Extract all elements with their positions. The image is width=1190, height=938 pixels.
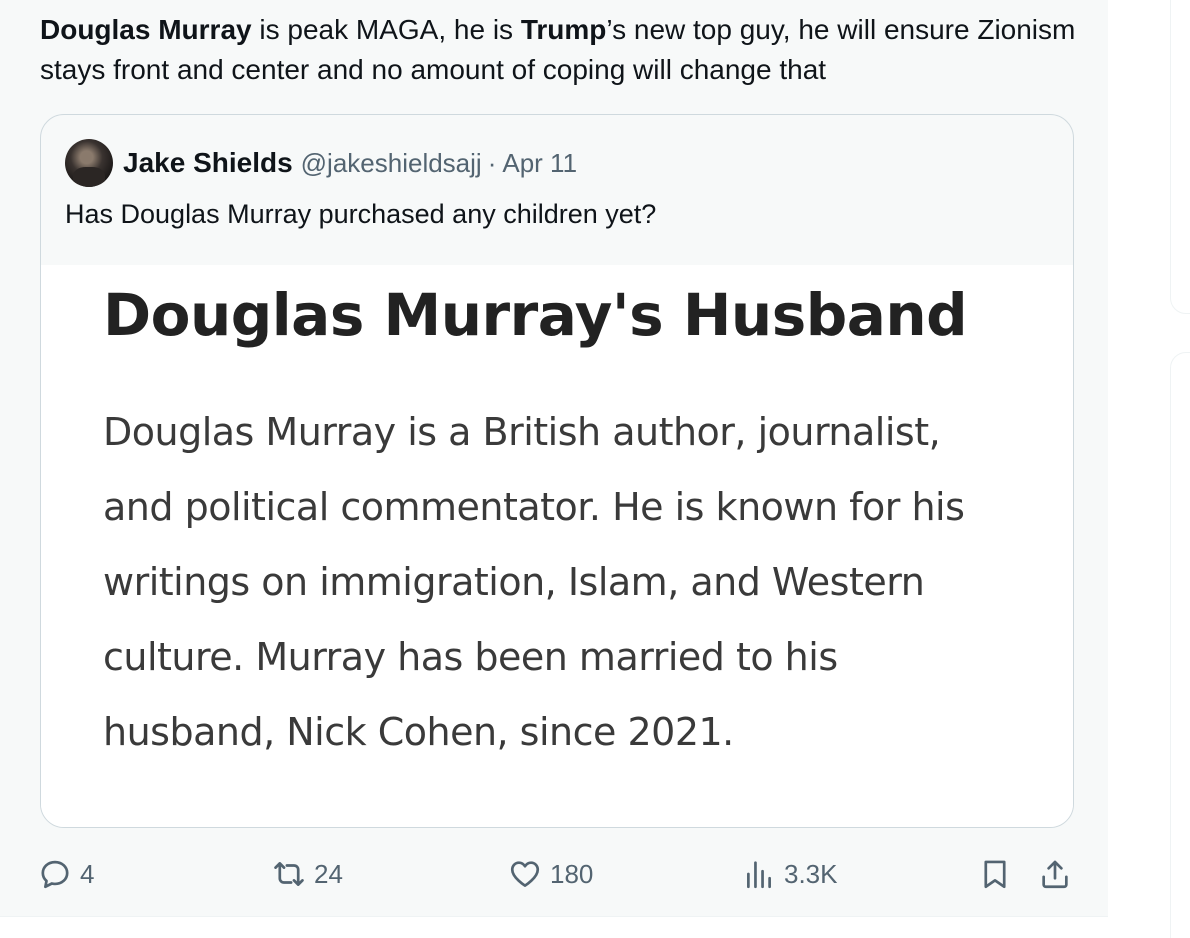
reply-button[interactable]: 4 [38,848,94,900]
reply-count: 4 [80,858,95,889]
image-body-line: Douglas Murray is a British author, jour… [103,410,941,454]
like-button[interactable]: 180 [508,848,593,900]
views-button[interactable]: 3.3K [742,848,838,900]
reply-bubble-icon [41,860,69,889]
retweet-icon [274,862,304,886]
avatar[interactable] [65,139,113,187]
like-count: 180 [550,858,594,889]
heart-icon [510,861,540,887]
bookmark-button[interactable] [978,848,1012,900]
tweet-text: Douglas Murray is peak MAGA, he is Trump… [40,10,1080,90]
image-body-line: culture. Murray has been married to his [103,635,838,679]
share-button[interactable] [1038,848,1072,900]
divider [0,916,1108,917]
image-body-line: and political commentator. He is known f… [103,485,965,529]
quoted-author-handle[interactable]: @jakeshieldsajj [301,148,482,179]
retweet-count: 24 [314,858,343,889]
quoted-tweet-header: Jake Shields @jakeshieldsajj · Apr 11 [65,137,577,189]
separator-dot: · [487,147,497,178]
mention-douglas-murray: Douglas Murray [40,14,252,45]
quoted-tweet-image[interactable]: Douglas Murray's Husband Douglas Murray … [41,265,1073,827]
tweet-text-part: is peak MAGA, he is [251,14,521,45]
views-count: 3.3K [784,858,838,889]
image-body: Douglas Murray is a British author, jour… [103,395,1043,770]
share-icon [1042,860,1068,889]
views-bar-chart-icon [747,861,771,889]
quoted-tweet-text: Has Douglas Murray purchased any childre… [65,199,657,229]
sidebar-card [1170,0,1190,314]
image-title: Douglas Murray's Husband [103,281,968,349]
quoted-tweet[interactable]: Jake Shields @jakeshieldsajj · Apr 11 Ha… [40,114,1074,828]
image-body-line: husband, Nick Cohen, since 2021. [103,710,734,754]
bookmark-icon [984,860,1006,889]
tweet-action-bar: 4 24 180 3.3K [0,848,1108,900]
quoted-author-name[interactable]: Jake Shields [123,147,293,179]
retweet-button[interactable]: 24 [272,848,343,900]
image-body-line: writings on immigration, Islam, and West… [103,560,925,604]
tweet-card[interactable]: Douglas Murray is peak MAGA, he is Trump… [0,0,1108,916]
sidebar-card [1170,352,1190,938]
quoted-tweet-date[interactable]: Apr 11 [502,148,577,179]
mention-trump: Trump [520,14,607,45]
